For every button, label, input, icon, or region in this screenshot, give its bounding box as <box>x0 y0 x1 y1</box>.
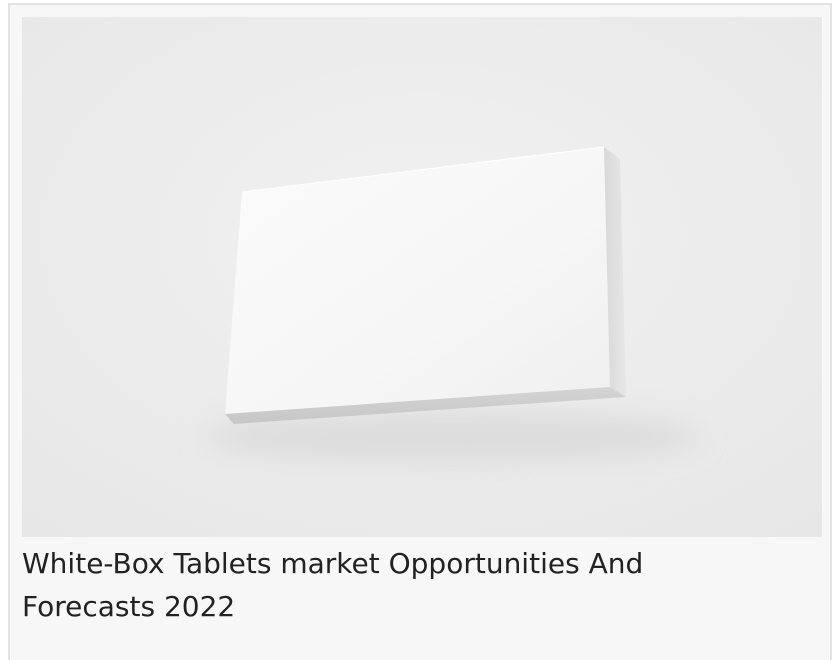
article-image[interactable] <box>22 17 822 537</box>
article-card[interactable]: White-Box Tablets market Opportunities A… <box>8 3 832 660</box>
article-title[interactable]: White-Box Tablets market Opportunities A… <box>22 542 782 628</box>
white-box-illustration <box>22 17 822 537</box>
